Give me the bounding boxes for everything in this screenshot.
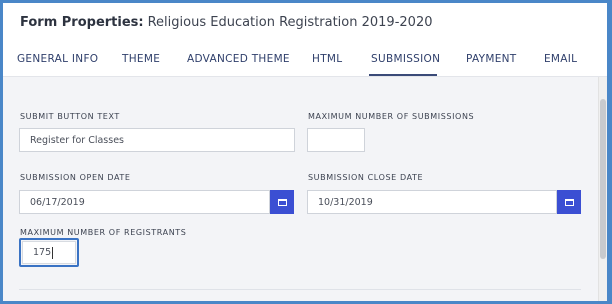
open-date-label: SUBMISSION OPEN DATE	[20, 173, 131, 182]
submit-button-text-label: SUBMIT BUTTON TEXT	[20, 112, 120, 121]
tab-theme[interactable]: THEME	[122, 53, 160, 65]
form-name: Religious Education Registration 2019-20…	[147, 14, 433, 30]
active-tab-indicator	[369, 74, 437, 76]
header-label: Form Properties:	[20, 14, 144, 30]
tab-submission[interactable]: SUBMISSION	[371, 53, 440, 65]
open-date-calendar-button[interactable]	[270, 190, 294, 214]
calendar-icon	[564, 198, 574, 206]
form-properties-dialog: Form Properties: Religious Education Reg…	[3, 3, 607, 301]
close-date-label: SUBMISSION CLOSE DATE	[308, 173, 424, 182]
tab-general-info[interactable]: GENERAL INFO	[17, 53, 98, 65]
open-date-input[interactable]: 06/17/2019	[19, 190, 270, 214]
close-date-calendar-button[interactable]	[557, 190, 581, 214]
open-date-value: 06/17/2019	[30, 196, 85, 208]
calendar-icon	[277, 198, 287, 206]
submit-button-text-value: Register for Classes	[30, 134, 125, 146]
max-registrants-input[interactable]: 175	[22, 241, 76, 264]
section-divider	[19, 289, 581, 290]
scrollbar[interactable]	[598, 77, 607, 301]
tab-bar: GENERAL INFO THEME ADVANCED THEME HTML S…	[3, 41, 607, 77]
max-submissions-input[interactable]	[307, 128, 365, 152]
dialog-header: Form Properties: Religious Education Reg…	[3, 3, 607, 41]
close-date-input[interactable]: 10/31/2019	[307, 190, 557, 214]
tab-advanced-theme[interactable]: ADVANCED THEME	[187, 53, 290, 65]
text-cursor	[52, 246, 54, 259]
close-date-value: 10/31/2019	[318, 196, 373, 208]
submission-panel: SUBMIT BUTTON TEXT Register for Classes …	[3, 77, 599, 301]
max-registrants-value: 175	[33, 247, 52, 258]
max-submissions-label: MAXIMUM NUMBER OF SUBMISSIONS	[308, 112, 475, 121]
scrollbar-thumb[interactable]	[600, 99, 606, 259]
max-registrants-label: MAXIMUM NUMBER OF REGISTRANTS	[20, 228, 187, 237]
tab-html[interactable]: HTML	[312, 53, 342, 65]
tab-payment[interactable]: PAYMENT	[466, 53, 517, 65]
tab-email[interactable]: EMAIL	[544, 53, 577, 65]
submit-button-text-input[interactable]: Register for Classes	[19, 128, 295, 152]
